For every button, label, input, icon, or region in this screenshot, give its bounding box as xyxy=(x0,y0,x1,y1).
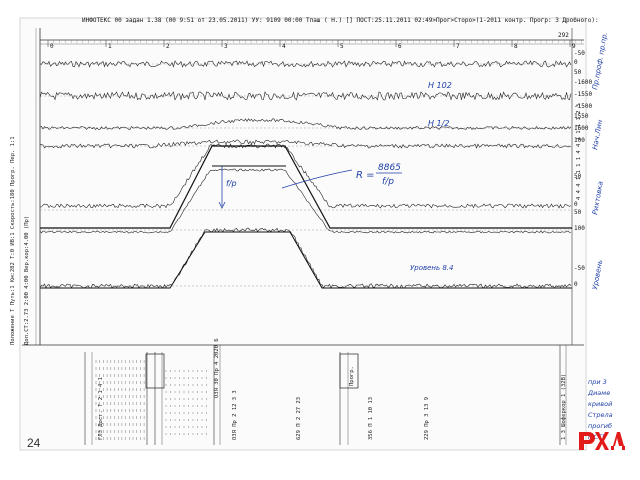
right-margin-label: Рихтовка xyxy=(591,181,605,216)
scanned-track-recording: ИНФОТЕКС 00 задан 1.38 (00 9:51 от 23.05… xyxy=(10,17,613,451)
axis-label: 50 xyxy=(574,69,582,76)
annotation-rail-2: Н 1/2 xyxy=(428,119,449,128)
formula-lhs: R = xyxy=(356,170,375,181)
ruler-tick-label: 6 xyxy=(398,43,402,50)
bottom-note: кривой xyxy=(588,400,612,408)
table-top-text: ГЛЗ Дост. Т 2 1 4 1 xyxy=(98,377,104,440)
left-caption: Положение Т Путь:1 Км:282 Т:0 ИВ:1 Скоро… xyxy=(10,136,16,345)
axis-label: 0 xyxy=(574,59,578,66)
ruler-tick-label: 8 xyxy=(514,43,518,50)
left-caption-2: Доп.СТ:2.73 2:00 4:00 Вер.кор:4.00 (Пр) xyxy=(24,216,30,345)
rzd-logo xyxy=(579,432,625,450)
axis-label: 100 xyxy=(574,137,585,144)
axis-label: 0 xyxy=(574,281,578,288)
annotation-rail-1: Н 102 xyxy=(428,81,452,90)
formula-numerator: 8865 xyxy=(378,163,401,173)
axis-label: 1550 xyxy=(574,113,589,120)
table-footer-text: ОЗЯ 30 Пр 4 2020 Б xyxy=(214,338,220,398)
slide: ИНФОТЕКС 00 задан 1.38 (00 9:51 от 23.05… xyxy=(0,0,640,480)
axis-label: -1550 xyxy=(574,91,592,98)
page-number: 24 xyxy=(27,436,41,450)
table-mid-a: ОЗЯ Пр 2 12 3 3 xyxy=(232,390,238,440)
axis-label: -50 xyxy=(574,50,585,57)
right-margin-label: Пр.проф. пр.пр. xyxy=(591,32,609,91)
table-header-box: Прогр. xyxy=(349,366,355,386)
bottom-right-caption: 1 3 Шоферкор 1 (32В) xyxy=(561,374,567,440)
paper-sheet xyxy=(19,17,587,451)
axis-label: 100 xyxy=(574,225,585,232)
ruler-tick-label: 0 xyxy=(50,43,54,50)
ruler-tick-label: 2 xyxy=(166,43,170,50)
right-margin-label: Нач.Лин xyxy=(591,119,604,151)
bottom-note: при 3 xyxy=(588,378,607,386)
ruler-tick-label: 9 xyxy=(572,43,576,50)
axis-label: 50 xyxy=(574,173,582,180)
axis-label: 0 xyxy=(574,201,578,208)
table-right-2: 229 Пр 3 13 9 xyxy=(424,397,430,440)
ruler-tick-label: 5 xyxy=(340,43,344,50)
table-right: 356 П 1 10 13 xyxy=(368,397,374,440)
bottom-note: Стрела xyxy=(588,411,613,419)
ruler-tick-label: 3 xyxy=(224,43,228,50)
table-mid-b: 629 П 2 27 23 xyxy=(296,397,302,440)
ruler-end-label: 292 xyxy=(558,32,569,39)
axis-label: -1500 xyxy=(574,103,592,110)
recording-header: ИНФОТЕКС 00 задан 1.38 (00 9:51 от 23.05… xyxy=(82,17,599,24)
ruler-tick-label: 4 xyxy=(282,43,286,50)
formula-mark: f/р xyxy=(226,179,237,188)
axis-label: -1600 xyxy=(574,79,592,86)
right-margin-label: Уровень xyxy=(591,259,604,290)
axis-label: -50 xyxy=(574,265,585,272)
axis-label: 50 xyxy=(574,209,582,216)
ruler-tick-label: 1 xyxy=(108,43,112,50)
axis-label: 1600 xyxy=(574,125,589,132)
ruler-tick-label: 7 xyxy=(456,43,460,50)
formula-denominator: f/р xyxy=(382,177,394,187)
annotation-level: Уровень 8.4 xyxy=(410,264,453,272)
bottom-note: Диаме xyxy=(587,389,610,397)
